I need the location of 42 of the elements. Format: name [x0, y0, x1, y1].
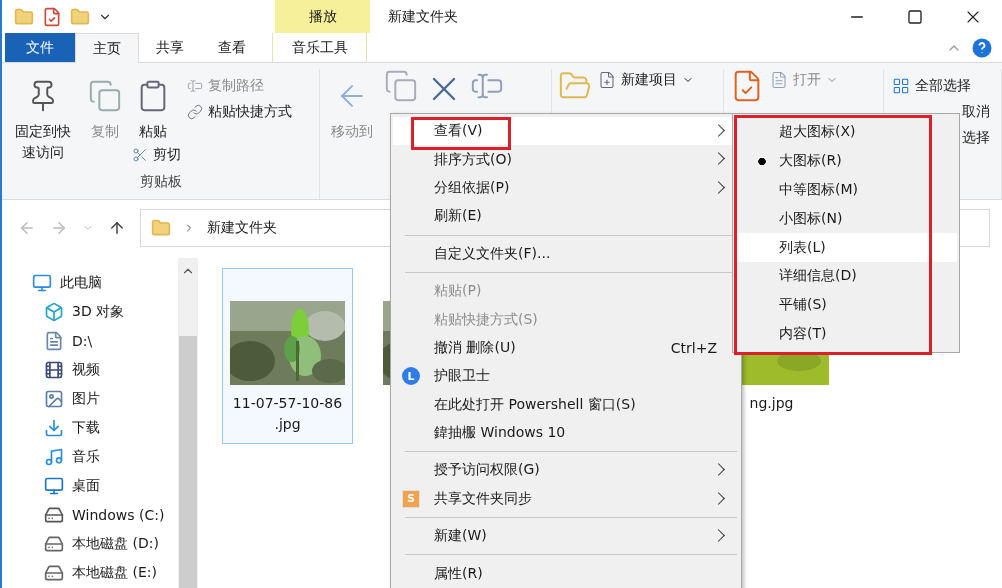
paste-button[interactable]: 粘贴: [132, 69, 174, 142]
menu-item[interactable]: 授予访问权限(G): [393, 456, 739, 485]
nav-item[interactable]: 3D 对象: [32, 297, 178, 327]
nav-item[interactable]: 桌面: [32, 471, 178, 501]
menu-item[interactable]: 新建(W): [393, 522, 739, 551]
select-all-button[interactable]: 全部选择: [892, 75, 1001, 97]
group-label: 剪贴板: [138, 173, 183, 191]
ribbon-tab[interactable]: 共享: [139, 33, 201, 62]
menu-item[interactable]: 在此处打开 Powershell 窗口(S): [393, 390, 739, 419]
file-tile[interactable]: 11-07-57-10-86 .jpg: [222, 268, 353, 444]
nav-item[interactable]: 下载: [32, 413, 178, 443]
file-name: ng.jpg: [749, 394, 794, 413]
app-icon: S: [402, 489, 420, 508]
nav-item[interactable]: 音乐: [32, 442, 178, 472]
nav-item[interactable]: 视频: [32, 355, 178, 385]
ribbon-tab[interactable]: 音乐工具: [272, 33, 367, 62]
menu-item[interactable]: 列表(L): [735, 233, 957, 262]
nav-item[interactable]: 此电脑: [32, 268, 178, 298]
pin-button[interactable]: 固定到快速访问: [8, 69, 78, 173]
menu-item[interactable]: 鍏抽棴 Windows 10: [393, 418, 739, 448]
select-none-button[interactable]: 取消: [962, 101, 1001, 123]
contextual-tab-header: 播放: [275, 0, 370, 33]
path-segment[interactable]: 新建文件夹: [207, 218, 277, 237]
menu-item[interactable]: S 共享文件夹同步: [393, 484, 739, 514]
nav-item[interactable]: Windows (C:): [32, 500, 178, 530]
ribbon-tab[interactable]: 主页: [75, 33, 139, 63]
invert-selection-button[interactable]: 选择: [962, 127, 1001, 149]
menu-item[interactable]: 属性(R): [393, 559, 739, 588]
menu-item[interactable]: L 护眼卫士: [393, 362, 739, 391]
shortcut-text: Ctrl+Z: [670, 339, 717, 356]
nav-item[interactable]: 本地磁盘 (E:): [32, 558, 178, 588]
nav-item[interactable]: 本地磁盘 (D:): [32, 529, 178, 559]
window-title: 新建文件夹: [387, 6, 459, 26]
app-icon: L: [402, 367, 420, 386]
nav-item[interactable]: D:\: [32, 326, 178, 356]
file-menu-tab[interactable]: 文件: [5, 33, 75, 62]
nav-item[interactable]: 图片: [32, 384, 178, 414]
new-item-button[interactable]: 新建项目: [598, 69, 694, 91]
cut-button[interactable]: 剪切: [132, 144, 181, 166]
paste-shortcut-button[interactable]: 粘贴快捷方式: [187, 101, 292, 123]
file-name: 11-07-57-10-86 .jpg: [232, 394, 343, 434]
ribbon-tab[interactable]: 查看: [201, 33, 263, 62]
